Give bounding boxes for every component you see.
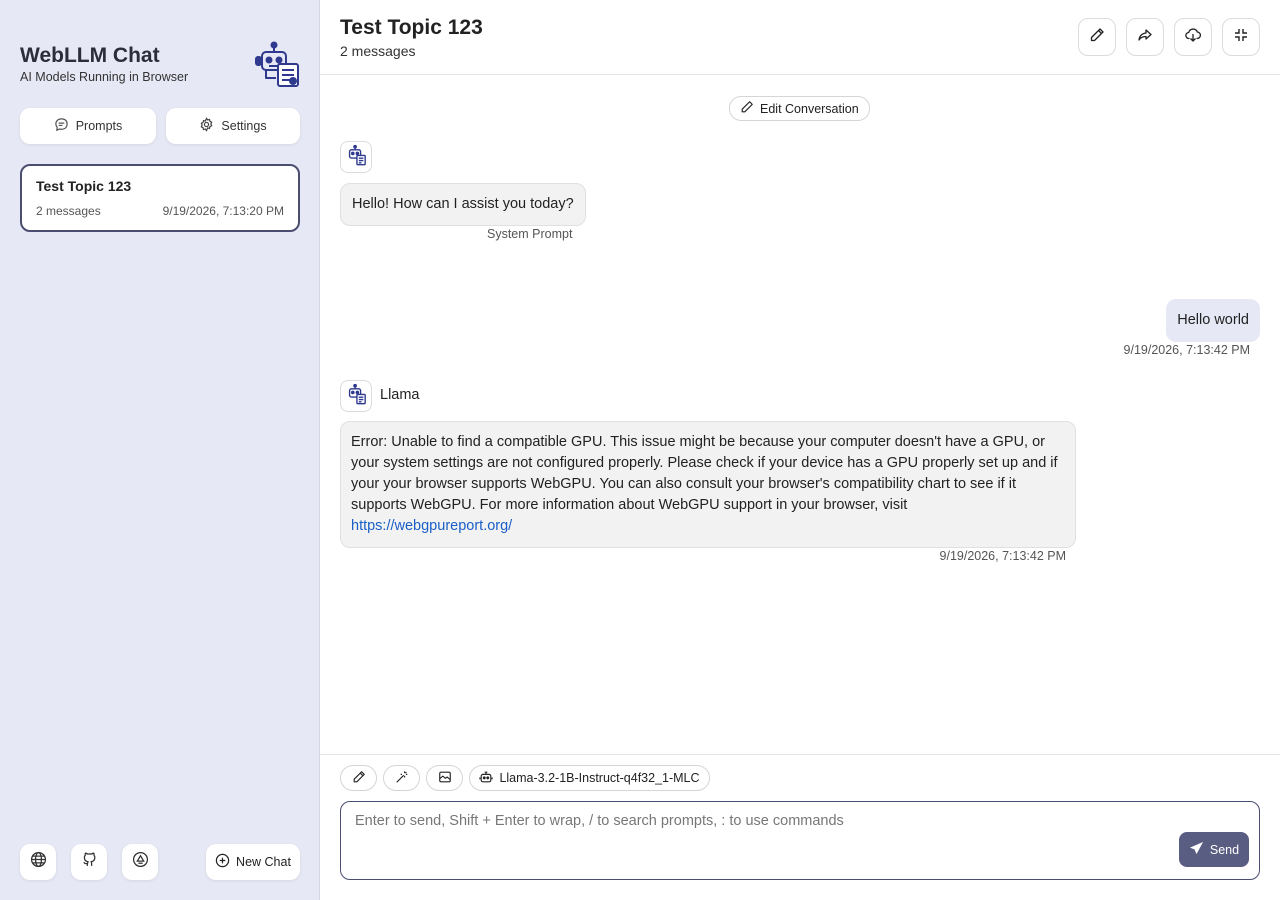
message-bubble-user: Hello world <box>1166 299 1260 342</box>
prompts-label: Prompts <box>75 119 123 133</box>
edit-conversation-label: Edit Conversation <box>760 101 859 116</box>
send-button[interactable]: Send <box>1179 832 1249 867</box>
model-selector[interactable]: Llama-3.2-1B-Instruct-q4f32_1-MLC <box>469 765 710 791</box>
pen-icon <box>352 770 366 787</box>
sync-button[interactable] <box>122 844 158 880</box>
message-input[interactable] <box>341 802 1259 879</box>
sender-name: Llama <box>380 387 420 403</box>
rename-button[interactable] <box>1078 18 1116 56</box>
share-button[interactable] <box>1126 18 1164 56</box>
github-icon <box>81 851 98 873</box>
message-text: Error: Unable to find a compatible GPU. … <box>351 434 1058 513</box>
language-button[interactable] <box>20 844 56 880</box>
composer-box: Send <box>340 801 1260 880</box>
chat-item-title: Test Topic 123 <box>36 178 132 194</box>
robot-icon <box>479 770 494 787</box>
chat-item-count: 2 messages <box>36 204 101 218</box>
github-button[interactable] <box>71 844 107 880</box>
edit-tool-button[interactable] <box>340 765 377 791</box>
message-text: Hello! How can I assist you today? <box>352 196 574 212</box>
settings-label: Settings <box>221 119 267 133</box>
prompt-icon <box>54 117 69 135</box>
chat-list-item[interactable]: Test Topic 123 2 messages 9/19/2026, 7:1… <box>20 164 300 232</box>
new-chat-label: New Chat <box>236 855 291 869</box>
message-timestamp: 9/19/2026, 7:13:42 PM <box>939 549 1066 563</box>
sync-icon <box>132 851 149 873</box>
bot-avatar <box>340 380 372 412</box>
chat-title: Test Topic 123 <box>340 16 483 39</box>
robot-icon <box>345 383 367 410</box>
message-bubble-assistant: Hello! How can I assist you today? <box>340 183 586 226</box>
edit-icon <box>1089 27 1105 48</box>
magic-tool-button[interactable] <box>383 765 420 791</box>
share-icon <box>1137 27 1153 48</box>
model-name: Llama-3.2-1B-Instruct-q4f32_1-MLC <box>499 771 700 785</box>
edit-conversation-button[interactable]: Edit Conversation <box>729 96 870 121</box>
fullscreen-button[interactable] <box>1222 18 1260 56</box>
chat-main: Test Topic 123 2 messages Edit Conversat… <box>320 0 1280 900</box>
pencil-icon <box>740 100 754 117</box>
webgpu-report-link[interactable]: https://webgpureport.org/ <box>351 518 512 534</box>
message-text: Hello world <box>1177 312 1249 328</box>
export-button[interactable] <box>1174 18 1212 56</box>
new-chat-button[interactable]: New Chat <box>206 844 300 880</box>
settings-button[interactable]: Settings <box>166 108 300 144</box>
message-bubble-assistant: Error: Unable to find a compatible GPU. … <box>340 421 1076 548</box>
sidebar: WebLLM Chat AI Models Running in Browser… <box>0 0 320 900</box>
chat-message-count: 2 messages <box>340 43 416 59</box>
chat-header: Test Topic 123 2 messages <box>320 0 1280 75</box>
system-prompt-label: System Prompt <box>487 227 573 241</box>
magic-wand-icon <box>395 770 409 787</box>
message-timestamp: 9/19/2026, 7:13:42 PM <box>1123 343 1250 357</box>
plus-circle-icon <box>215 853 230 871</box>
app-title: WebLLM Chat <box>20 44 160 67</box>
prompts-button[interactable]: Prompts <box>20 108 156 144</box>
composer-divider <box>320 754 1280 755</box>
chat-item-date: 9/19/2026, 7:13:20 PM <box>162 204 284 218</box>
collapse-icon <box>1233 27 1249 48</box>
globe-icon <box>30 851 47 873</box>
bot-avatar <box>340 141 372 173</box>
image-icon <box>438 770 452 787</box>
send-label: Send <box>1209 842 1240 857</box>
image-tool-button[interactable] <box>426 765 463 791</box>
send-icon <box>1189 841 1204 859</box>
robot-icon <box>345 144 367 171</box>
gear-icon <box>199 117 214 135</box>
app-subtitle: AI Models Running in Browser <box>20 70 189 84</box>
download-icon <box>1185 27 1202 48</box>
robot-logo-icon <box>252 40 300 88</box>
